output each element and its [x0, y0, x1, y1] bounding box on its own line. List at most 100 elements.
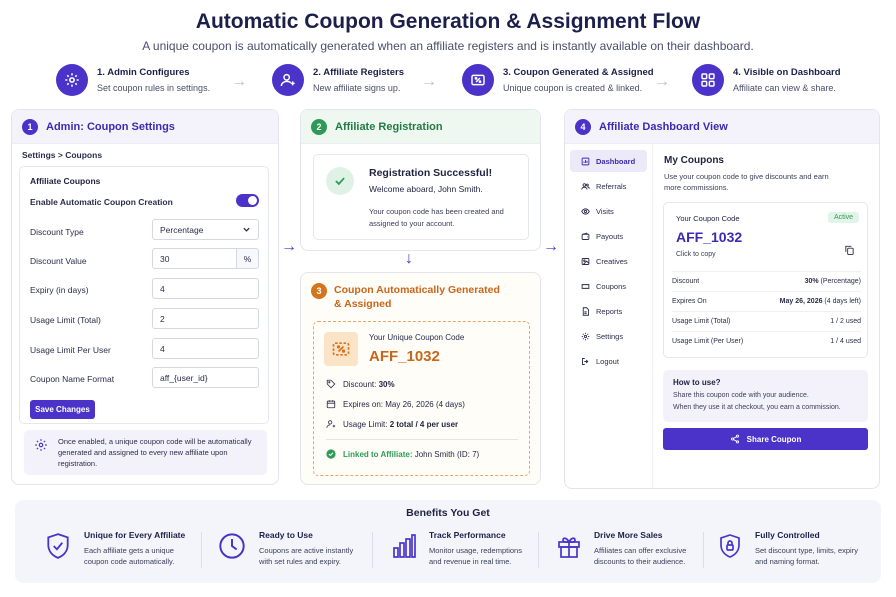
detail-row: Expires On May 26, 2026 (4 days left) — [672, 291, 861, 311]
sidebar-item-visits[interactable]: Visits — [570, 200, 647, 222]
chevron-down-icon — [242, 225, 251, 236]
usage-label: Usage Limit: — [343, 419, 388, 429]
dashboard-panel-header: 4 Affiliate Dashboard View — [565, 110, 879, 144]
success-title: Registration Successful! — [369, 167, 493, 179]
divider — [538, 532, 539, 568]
registration-panel-title: Affiliate Registration — [335, 120, 443, 133]
section-title: Affiliate Coupons — [30, 176, 101, 186]
sidebar-item-logout[interactable]: Logout — [570, 350, 647, 372]
benefit-item: Ready to Use Coupons are active instantly… — [218, 530, 353, 567]
sidebar-item-settings[interactable]: Settings — [570, 325, 647, 347]
detail-value: (Percentage) — [818, 278, 861, 285]
divider — [703, 532, 704, 568]
info-note-text: Once enabled, a unique coupon code will … — [58, 437, 252, 468]
my-coupons-heading: My Coupons — [664, 155, 724, 166]
step-title: 2. Affiliate Registers — [313, 67, 404, 78]
info-note: Once enabled, a unique coupon code will … — [24, 430, 267, 475]
coupon-code: AFF_1032 — [369, 348, 440, 365]
enable-toggle[interactable] — [236, 194, 259, 207]
detail-key: Usage Limit (Total) — [672, 318, 731, 325]
save-button[interactable]: Save Changes — [30, 400, 95, 419]
detail-value: 1 / 2 used — [830, 318, 861, 325]
percent-unit: % — [236, 248, 259, 269]
generated-title-line1: Coupon Automatically Generated — [334, 284, 500, 296]
discount-value-input[interactable]: 30 — [152, 248, 237, 269]
user-icon — [326, 419, 336, 429]
name-format-input[interactable]: aff_{user_id} — [152, 367, 259, 388]
admin-panel-title: Admin: Coupon Settings — [46, 120, 175, 133]
sidebar-item-reports[interactable]: Reports — [570, 300, 647, 322]
wallet-icon — [580, 231, 590, 241]
breadcrumb: Settings > Coupons — [22, 150, 103, 160]
benefit-title: Unique for Every Affiliate — [84, 530, 186, 540]
benefit-desc: Each affiliate gets a unique — [84, 546, 174, 555]
step-desc: Set coupon rules in settings. — [97, 83, 211, 93]
detail-row: Usage Limit (Per User) 1 / 4 used — [672, 331, 861, 351]
shield-lock-icon — [718, 532, 742, 567]
clock-icon — [218, 532, 246, 567]
coupon-icon — [324, 332, 358, 366]
bar-chart-icon — [392, 532, 416, 567]
expires-value: May 26, 2026 (4 days) — [385, 399, 465, 409]
benefit-title: Fully Controlled — [755, 530, 820, 540]
benefit-desc: with set rules and expiry. — [259, 557, 341, 566]
dashboard-panel-title: Affiliate Dashboard View — [599, 120, 728, 133]
sidebar-item-dashboard[interactable]: Dashboard — [570, 150, 647, 172]
sidebar-item-referrals[interactable]: Referrals — [570, 175, 647, 197]
report-icon — [580, 306, 590, 316]
howto-line2: When they use it at checkout, you earn a… — [673, 404, 841, 411]
howto-box: How to use? Share this coupon code with … — [663, 370, 868, 422]
detail-value: 1 / 4 used — [830, 338, 861, 345]
check-circle-icon — [326, 449, 336, 459]
dashboard-panel: 4 Affiliate Dashboard View Dashboard Refe… — [564, 109, 880, 489]
detail-row: Usage Limit (Total) 1 / 2 used — [672, 311, 861, 331]
grid-icon — [692, 64, 724, 96]
step-desc: Unique coupon is created & linked. — [503, 83, 643, 93]
step-title: 3. Coupon Generated & Assigned — [503, 67, 654, 78]
benefit-desc: Affiliates can offer exclusive — [594, 546, 687, 555]
dashboard-coupon-code: AFF_1032 — [676, 229, 743, 245]
share-coupon-button[interactable]: Share Coupon — [663, 428, 868, 450]
benefit-desc: and revenue in real time. — [429, 557, 512, 566]
discount-value-label: Discount Value — [30, 256, 87, 266]
eye-icon — [580, 206, 590, 216]
usage-total-input[interactable]: 2 — [152, 308, 259, 329]
benefit-item: Drive More Sales Affiliates can offer exc… — [557, 530, 686, 567]
image-icon — [580, 256, 590, 266]
sidebar-item-creatives[interactable]: Creatives — [570, 250, 647, 272]
sidebar-item-label: Visits — [596, 206, 614, 216]
linked-label: Linked to Affiliate: — [343, 449, 413, 459]
discount-value: 30% — [378, 379, 395, 389]
step-title: 4. Visible on Dashboard — [733, 67, 841, 78]
sidebar-item-label: Dashboard — [596, 156, 636, 166]
sidebar-item-label: Referrals — [596, 181, 627, 191]
sidebar-item-coupons[interactable]: Coupons — [570, 275, 647, 297]
benefits-title: Benefits You Get — [406, 507, 490, 519]
detail-row: Discount 30% (Percentage) — [672, 271, 861, 291]
arrow-down-icon: ↓ — [405, 250, 413, 267]
registration-panel-header: 2 Affiliate Registration — [301, 110, 540, 144]
registration-message: Your coupon code has been created and as… — [369, 207, 504, 228]
ticket-icon — [580, 281, 590, 291]
discount-type-select[interactable]: Percentage — [152, 219, 259, 240]
copy-hint[interactable]: Click to copy — [676, 251, 716, 258]
gear-icon — [34, 438, 48, 457]
arrow-right-icon: → — [281, 238, 297, 255]
arrow-right-icon: → — [231, 73, 247, 90]
benefit-desc: Set discount type, limits, expiry — [755, 546, 858, 555]
detail-key: Usage Limit (Per User) — [672, 338, 744, 345]
share-label: Share Coupon — [746, 434, 802, 444]
expires-label: Expires on: — [343, 399, 384, 409]
name-format-label: Coupon Name Format — [30, 374, 115, 384]
copy-icon[interactable] — [844, 243, 855, 261]
share-icon — [730, 434, 740, 444]
expiry-input[interactable]: 4 — [152, 278, 259, 299]
usage-user-input[interactable]: 4 — [152, 338, 259, 359]
benefit-desc: discounts to their audience. — [594, 557, 686, 566]
linked-line: Linked to Affiliate: John Smith (ID: 7) — [326, 449, 479, 459]
generated-title-line2: & Assigned — [334, 298, 392, 310]
sidebar-item-payouts[interactable]: Payouts — [570, 225, 647, 247]
tag-icon — [326, 379, 336, 389]
coupon-details: Discount 30% (Percentage) Expires On May 2… — [672, 271, 861, 351]
usage-user-label: Usage Limit Per User — [30, 345, 111, 355]
